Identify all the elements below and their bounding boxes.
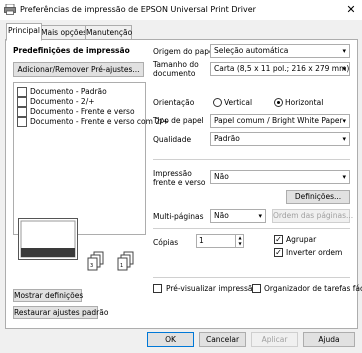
divider: [153, 277, 350, 278]
tab-principal[interactable]: Principal: [6, 23, 42, 41]
preview-checkbox[interactable]: [153, 284, 162, 293]
document-size-select[interactable]: Carta (8,5 x 11 pol.; 216 x 279 mm) ▾: [210, 62, 350, 76]
ok-button[interactable]: OK: [147, 332, 194, 347]
spin-up-icon[interactable]: ▲: [236, 234, 244, 241]
orientation-vertical-radio[interactable]: [213, 98, 222, 107]
collate-label: Agrupar: [286, 235, 317, 244]
presets-list[interactable]: Documento - Padrão Documento - 2/+ Docum…: [13, 82, 169, 235]
apply-button[interactable]: Aplicar: [251, 332, 298, 347]
multipage-select[interactable]: Não ▾: [210, 209, 266, 223]
orientation-horizontal-radio[interactable]: [274, 98, 283, 107]
list-item[interactable]: Documento - 2/+: [17, 97, 95, 107]
chevron-down-icon: ▾: [342, 117, 346, 125]
paper-source-select[interactable]: Seleção automática ▾: [210, 44, 350, 58]
presets-heading: Predefinições de impressão: [13, 46, 130, 55]
copies-label: Cópias: [153, 238, 179, 247]
chevron-down-icon: ▾: [258, 212, 262, 220]
help-button[interactable]: Ajuda: [303, 332, 355, 347]
reverse-order-icon: 1: [117, 251, 134, 271]
divider: [153, 228, 350, 229]
quality-select[interactable]: Padrão ▾: [210, 132, 350, 146]
restore-defaults-button[interactable]: Restaurar ajustes padrão: [13, 306, 108, 319]
document-icon: [17, 97, 27, 107]
job-arranger-checkbox[interactable]: [252, 284, 261, 293]
paper-source-label: Origem do papel: [153, 47, 216, 56]
collate-checkbox[interactable]: ✓: [274, 235, 283, 244]
collate-icon: 3: [87, 251, 104, 271]
orientation-horizontal-label: Horizontal: [285, 98, 324, 107]
cancel-button[interactable]: Cancelar: [199, 332, 246, 347]
document-icon: [17, 107, 27, 117]
document-icon: [17, 87, 27, 97]
reverse-order-label: Inverter ordem: [286, 248, 343, 257]
chevron-down-icon: ▾: [342, 47, 346, 55]
page-preview-illustration: [18, 218, 78, 260]
spin-down-icon[interactable]: ▼: [236, 241, 244, 247]
duplex-select[interactable]: Não ▾: [210, 170, 350, 184]
svg-text:1: 1: [120, 263, 123, 269]
window-title: Preferências de impressão de EPSON Unive…: [20, 5, 256, 14]
quality-label: Qualidade: [153, 135, 192, 144]
copies-stepper[interactable]: ▲ ▼: [235, 234, 244, 248]
job-arranger-label: Organizador de tarefas fácil: [264, 284, 362, 293]
document-icon: [17, 117, 27, 127]
document-size-label: Tamanho do documento: [153, 60, 199, 78]
orientation-vertical-label: Vertical: [224, 98, 253, 107]
list-item[interactable]: Documento - Frente e verso com 2/+: [17, 117, 169, 127]
divider: [153, 159, 350, 160]
page-order-button[interactable]: Ordem das páginas...: [272, 209, 353, 223]
preview-label: Pré-visualizar impressão: [166, 284, 258, 293]
paper-type-select[interactable]: Papel comum / Bright White Paper ▾: [210, 114, 350, 128]
list-item[interactable]: Documento - Padrão: [17, 87, 107, 97]
multipage-label: Multi-páginas: [153, 212, 204, 221]
reverse-order-checkbox[interactable]: ✓: [274, 248, 283, 257]
list-item[interactable]: Documento - Frente e verso: [17, 107, 135, 117]
svg-text:3: 3: [90, 263, 93, 269]
title-bar: Preferências de impressão de EPSON Unive…: [0, 0, 362, 20]
paper-type-label: Tipo de papel: [153, 116, 204, 125]
close-icon[interactable]: ✕: [344, 3, 358, 17]
duplex-settings-button[interactable]: Definições...: [286, 190, 350, 204]
printer-icon: [4, 4, 16, 15]
duplex-label: Impressão frente e verso: [153, 169, 206, 187]
chevron-down-icon: ▾: [342, 135, 346, 143]
add-remove-presets-button[interactable]: Adicionar/Remover Pré-ajustes...: [13, 62, 144, 77]
chevron-down-icon: ▾: [342, 173, 346, 181]
show-settings-button[interactable]: Mostrar definições: [13, 289, 83, 302]
chevron-down-icon: ▾: [342, 65, 346, 73]
orientation-label: Orientação: [153, 98, 195, 107]
